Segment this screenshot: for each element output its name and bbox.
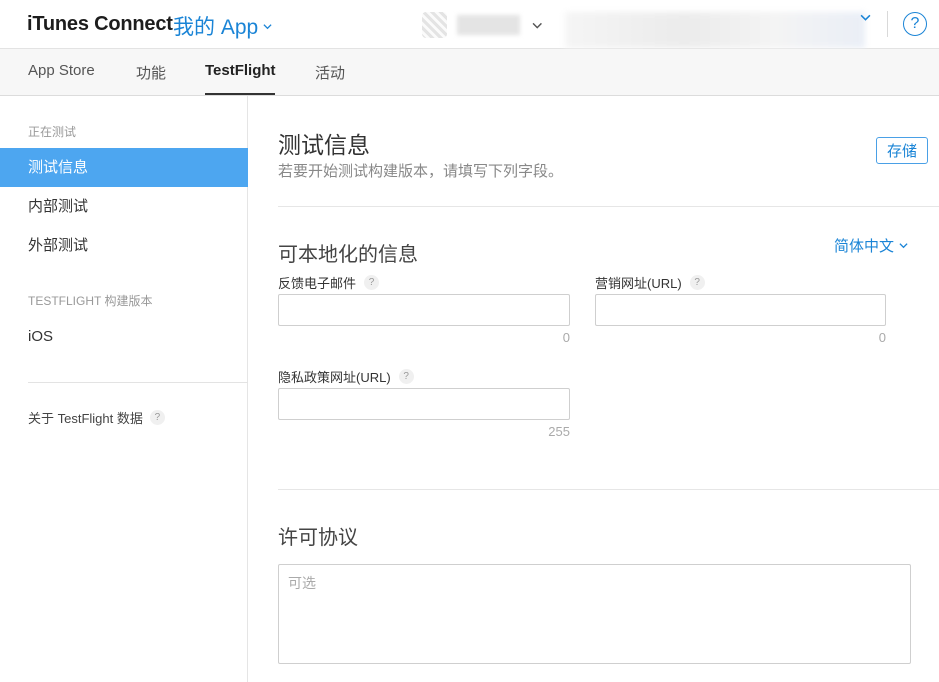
tab-app-store[interactable]: App Store: [28, 62, 95, 79]
my-app-label: 我的 App: [173, 16, 259, 39]
sidebar-divider: [28, 382, 248, 383]
marketing-url-label: 营销网址(URL) ?: [595, 273, 705, 292]
sidebar-heading-builds: TESTFLIGHT 构建版本: [28, 294, 153, 308]
save-button[interactable]: 存储: [876, 137, 928, 164]
tab-testflight[interactable]: TestFlight: [205, 62, 276, 79]
main-content: 测试信息 若要开始测试构建版本，请填写下列字段。 存储 可本地化的信息 简体中文…: [248, 96, 939, 682]
marketing-url-label-text: 营销网址(URL): [595, 276, 682, 291]
help-icon[interactable]: ?: [149, 410, 165, 425]
sidebar-item-external-testing[interactable]: 外部测试: [0, 226, 248, 265]
top-header: iTunes Connect 我的 App ?: [0, 0, 939, 49]
language-select[interactable]: 简体中文: [834, 235, 908, 256]
about-testflight-data-link[interactable]: 关于 TestFlight 数据 ?: [28, 408, 165, 427]
license-agreement-textarea[interactable]: [278, 564, 911, 664]
sidebar: 正在测试 测试信息 内部测试 外部测试 TESTFLIGHT 构建版本 iOS …: [0, 96, 248, 682]
page-title: 测试信息: [278, 132, 370, 158]
section-divider: [278, 489, 939, 490]
sidebar-heading-testing: 正在测试: [28, 125, 77, 139]
feedback-email-input[interactable]: [278, 294, 570, 326]
help-icon[interactable]: ?: [689, 275, 705, 290]
my-app-menu[interactable]: 我的 App: [173, 11, 272, 41]
app-tab-bar: App Store 功能 TestFlight 活动: [0, 49, 939, 96]
feedback-email-char-count: 0: [562, 330, 570, 345]
app-icon: [422, 12, 447, 38]
active-tab-indicator: [205, 93, 275, 95]
language-select-label: 简体中文: [834, 238, 895, 255]
help-icon[interactable]: ?: [398, 369, 414, 384]
privacy-url-label: 隐私政策网址(URL) ?: [278, 367, 414, 386]
license-agreement-title: 许可协议: [278, 527, 358, 549]
chevron-down-icon: [532, 22, 542, 29]
sidebar-item-test-info[interactable]: 测试信息: [0, 148, 248, 187]
tab-features[interactable]: 功能: [136, 62, 166, 83]
about-testflight-data-label: 关于 TestFlight 数据: [28, 411, 143, 426]
privacy-url-char-count: 255: [548, 424, 570, 439]
privacy-url-input[interactable]: [278, 388, 570, 420]
chevron-down-icon: [263, 23, 272, 29]
section-divider: [278, 206, 939, 207]
app-name-redacted: [456, 15, 520, 35]
chevron-down-icon: [899, 243, 908, 249]
feedback-email-label-text: 反馈电子邮件: [278, 276, 357, 291]
marketing-url-input[interactable]: [595, 294, 886, 326]
itunes-connect-logo[interactable]: iTunes Connect: [27, 13, 173, 36]
privacy-url-label-text: 隐私政策网址(URL): [278, 370, 391, 385]
feedback-email-label: 反馈电子邮件 ?: [278, 273, 380, 292]
header-divider: [887, 11, 888, 37]
sidebar-item-internal-testing[interactable]: 内部测试: [0, 187, 248, 226]
help-icon[interactable]: ?: [903, 12, 927, 36]
sidebar-item-ios[interactable]: iOS: [0, 317, 248, 356]
app-switcher[interactable]: [422, 10, 542, 40]
marketing-url-char-count: 0: [878, 330, 886, 345]
help-icon[interactable]: ?: [364, 275, 380, 290]
localizable-info-title: 可本地化的信息: [278, 244, 418, 266]
chevron-down-icon[interactable]: [860, 12, 871, 23]
account-menu-redacted[interactable]: [565, 12, 865, 48]
page-subtitle: 若要开始测试构建版本，请填写下列字段。: [278, 163, 564, 180]
tab-activity[interactable]: 活动: [315, 62, 345, 83]
